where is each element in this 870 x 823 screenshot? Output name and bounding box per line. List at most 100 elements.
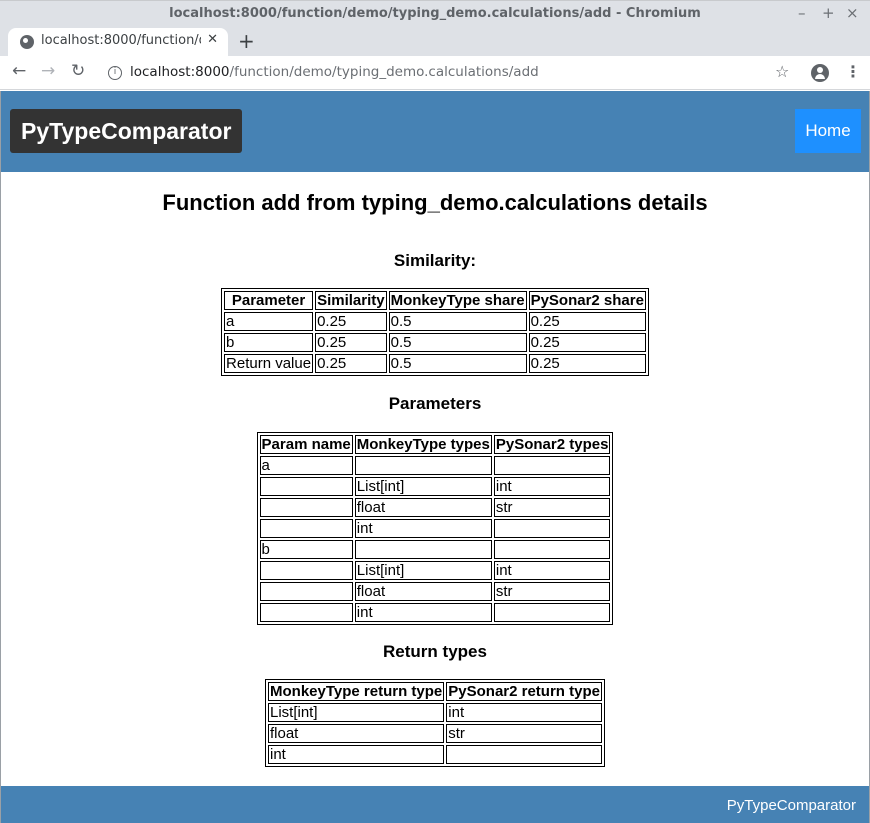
table-cell (259, 477, 353, 496)
return-types-column-header: MonkeyType return type (268, 682, 445, 701)
return-types-column-header: PySonar2 return type (446, 682, 602, 701)
table-cell: List[int] (354, 477, 492, 496)
table-cell: 0.5 (388, 333, 527, 352)
table-cell (259, 498, 353, 517)
table-cell: 0.25 (315, 354, 387, 373)
table-cell: 0.25 (315, 312, 387, 331)
table-row: List[int] int (259, 561, 611, 580)
parameters-column-header: PySonar2 types (493, 435, 611, 454)
table-cell: b (259, 540, 353, 559)
table-cell: List[int] (354, 561, 492, 580)
table-cell (493, 456, 611, 475)
table-cell (493, 540, 611, 559)
browser-toolbar: ← → ↻ i localhost:8000/function/demo/typ… (0, 56, 870, 90)
table-row: b 0.25 0.5 0.25 (224, 333, 646, 352)
parameters-column-header: Param name (259, 435, 353, 454)
similarity-table: Parameter Similarity MonkeyType share PySon… (221, 288, 649, 376)
table-cell (259, 582, 353, 601)
reload-icon[interactable]: ↻ (71, 61, 85, 81)
table-cell: float (354, 498, 492, 517)
table-cell: 0.25 (528, 312, 646, 331)
table-cell: float (354, 582, 492, 601)
table-cell: 0.25 (315, 333, 387, 352)
window-titlebar: localhost:8000/function/demo/typing_demo… (0, 0, 870, 28)
table-cell: str (493, 498, 611, 517)
table-cell: b (224, 333, 314, 352)
table-cell: int (493, 477, 611, 496)
table-cell (259, 561, 353, 580)
page-viewport: PyTypeComparator Home Function add from … (0, 91, 870, 823)
parameters-table: Param name MonkeyType types PySonar2 types… (256, 432, 614, 625)
table-cell: int (268, 745, 445, 764)
minimize-icon[interactable]: – (798, 4, 806, 22)
table-row: float str (268, 724, 602, 743)
address-bar[interactable]: i localhost:8000/function/demo/typing_de… (104, 60, 804, 86)
table-cell (446, 745, 602, 764)
similarity-column-header: MonkeyType share (388, 291, 527, 310)
maximize-icon[interactable]: + (822, 4, 835, 22)
site-footer: PyTypeComparator (1, 786, 869, 823)
browser-menu-icon[interactable]: ⋮ (845, 62, 861, 81)
table-row: float str (259, 582, 611, 601)
table-cell: a (224, 312, 314, 331)
table-cell (493, 519, 611, 538)
similarity-heading: Similarity: (393, 251, 477, 270)
table-cell: Return value (224, 354, 314, 373)
table-cell: str (493, 582, 611, 601)
footer-text: PyTypeComparator (726, 797, 856, 814)
table-cell (259, 519, 353, 538)
profile-icon[interactable] (811, 64, 829, 82)
table-cell: int (493, 561, 611, 580)
table-row: float str (259, 498, 611, 517)
table-row: List[int] int (268, 703, 602, 722)
bookmark-star-icon[interactable]: ☆ (775, 62, 789, 81)
table-row: a (259, 456, 611, 475)
table-cell: 0.25 (528, 333, 646, 352)
return-types-table: MonkeyType return type PySonar2 return ty… (265, 679, 605, 767)
table-cell: float (268, 724, 445, 743)
table-cell: 0.5 (388, 312, 527, 331)
url-text[interactable]: localhost:8000/function/demo/typing_demo… (130, 64, 539, 80)
table-cell (354, 456, 492, 475)
table-cell: int (354, 603, 492, 622)
table-row: List[int] int (259, 477, 611, 496)
table-row: Return value 0.25 0.5 0.25 (224, 354, 646, 373)
info-icon[interactable]: i (108, 66, 122, 80)
table-cell: int (446, 703, 602, 722)
table-cell: 0.5 (388, 354, 527, 373)
table-cell: 0.25 (528, 354, 646, 373)
back-icon[interactable]: ← (12, 61, 26, 81)
site-header: PyTypeComparator Home (1, 91, 869, 172)
page-title: Function add from typing_demo.calculatio… (162, 190, 708, 215)
table-cell (493, 603, 611, 622)
table-row: int (259, 603, 611, 622)
new-tab-icon[interactable]: + (238, 29, 255, 53)
table-row: a 0.25 0.5 0.25 (224, 312, 646, 331)
globe-icon (20, 35, 34, 49)
brand-logo[interactable]: PyTypeComparator (10, 109, 243, 153)
tab-strip: localhost:8000/function/d ✕ + (0, 28, 870, 56)
window-title: localhost:8000/function/demo/typing_demo… (169, 6, 701, 21)
table-cell (354, 540, 492, 559)
home-button[interactable]: Home (795, 109, 861, 153)
close-window-icon[interactable]: × (846, 4, 859, 22)
parameters-heading: Parameters (388, 394, 482, 413)
similarity-column-header: Similarity (315, 291, 387, 310)
parameters-column-header: MonkeyType types (354, 435, 492, 454)
main-content: Function add from typing_demo.calculatio… (1, 172, 869, 767)
table-row: b (259, 540, 611, 559)
table-row: int (259, 519, 611, 538)
tab-title: localhost:8000/function/d (41, 33, 201, 48)
similarity-column-header: Parameter (224, 291, 314, 310)
table-cell (259, 603, 353, 622)
forward-icon[interactable]: → (41, 61, 55, 81)
table-row: int (268, 745, 602, 764)
table-cell: int (354, 519, 492, 538)
tab-close-icon[interactable]: ✕ (207, 32, 218, 47)
browser-tab[interactable]: localhost:8000/function/d ✕ (8, 28, 228, 56)
table-cell: str (446, 724, 602, 743)
table-cell: a (259, 456, 353, 475)
similarity-column-header: PySonar2 share (528, 291, 646, 310)
return-types-heading: Return types (383, 642, 487, 661)
table-cell: List[int] (268, 703, 445, 722)
